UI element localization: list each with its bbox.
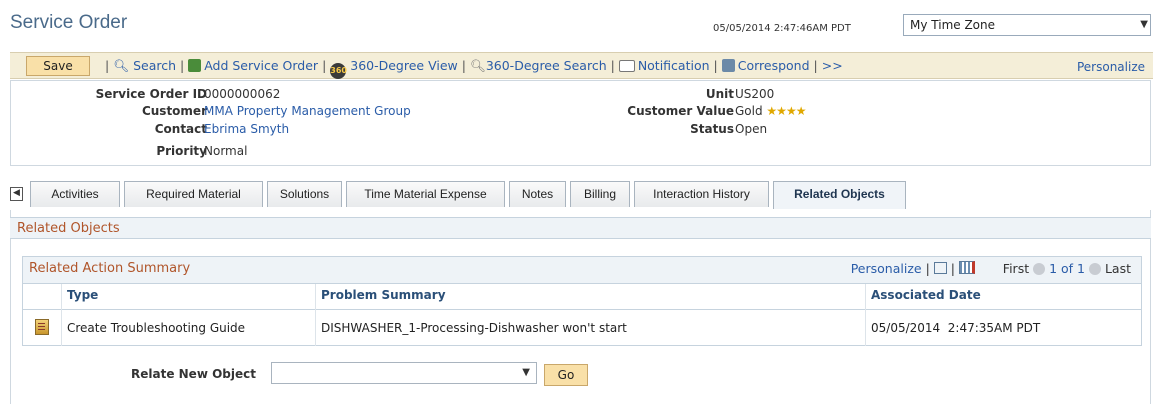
tab-solutions[interactable]: Solutions	[267, 181, 342, 207]
customer-label: Customer	[141, 104, 207, 118]
add-service-order-label: Add Service Order	[204, 58, 319, 73]
customer-link[interactable]: MMA Property Management Group	[204, 104, 411, 118]
relate-new-object-label: Relate New Object	[131, 367, 256, 381]
pager-last-label: Last	[1104, 261, 1131, 276]
related-action-grid: Related Action Summary Personalize | | F…	[22, 256, 1142, 346]
status-label: Status	[690, 122, 734, 136]
toolbar-separator: |	[180, 58, 185, 73]
toolbar-separator: |	[813, 58, 818, 73]
status-value: Open	[735, 122, 768, 136]
relate-new-object-select[interactable]: ▼	[271, 362, 537, 384]
tab-related-objects[interactable]: Related Objects	[773, 181, 906, 209]
customer-value-stars: ★★★★	[766, 104, 806, 118]
document-icon	[35, 319, 49, 335]
next-page-icon[interactable]	[1088, 263, 1101, 275]
service-order-id-value: 0000000062	[204, 87, 281, 101]
search-link[interactable]: 🔍︎ Search	[113, 58, 176, 73]
tab-scroll-left-icon[interactable]: ◀	[10, 187, 23, 201]
row-associated-date: 05/05/2014 2:47:35AM PDT	[871, 321, 1041, 335]
unit-label: Unit	[705, 87, 734, 101]
tab-required-material[interactable]: Required Material	[124, 181, 263, 207]
row-problem-summary: DISHWASHER_1-Processing-Dishwasher won't…	[321, 321, 627, 335]
correspond-label: Correspond	[737, 58, 810, 73]
notification-icon	[618, 60, 635, 72]
360-degree-view-label: 360-Degree View	[350, 58, 458, 73]
save-button[interactable]: Save	[26, 56, 90, 76]
correspond-link[interactable]: Correspond	[721, 58, 810, 73]
toolbar-separator: |	[610, 58, 615, 73]
360-degree-view-link[interactable]: 360 360-Degree View	[330, 58, 458, 79]
column-header-associated-date[interactable]: Associated Date	[871, 288, 981, 302]
toolbar: Save | 🔍︎ Search | Add Service Order | 3…	[10, 52, 1153, 79]
toolbar-separator: |	[105, 58, 110, 73]
customer-value-label: Customer Value	[627, 104, 734, 118]
grid-title: Related Action Summary	[29, 261, 191, 276]
toolbar-personalize-link[interactable]: Personalize	[1077, 60, 1145, 74]
tab-bar: ◀ Activities Required Material Solutions…	[10, 181, 1151, 209]
360-badge-icon: 360	[330, 63, 347, 79]
customer-value-text: Gold	[735, 104, 763, 118]
timezone-select[interactable]: My Time Zone ▼	[903, 14, 1151, 36]
correspond-icon	[721, 59, 735, 72]
column-divider	[61, 284, 62, 346]
page-datetime: 05/05/2014 2:47:46AM PDT	[713, 23, 851, 34]
add-document-icon	[188, 59, 202, 72]
toolbar-separator: |	[461, 58, 466, 73]
summary-panel: Service Order ID 0000000062 Customer MMA…	[10, 80, 1151, 166]
search-icon: 🔍︎	[113, 58, 130, 73]
document-lines-icon	[38, 323, 45, 330]
grid-personalize-link[interactable]: Personalize	[851, 261, 922, 276]
row-type: Create Troubleshooting Guide	[67, 321, 246, 335]
related-objects-title: Related Objects	[17, 221, 120, 236]
tab-notes[interactable]: Notes	[509, 181, 566, 207]
column-divider	[315, 284, 316, 346]
page-title: Service Order	[10, 12, 128, 33]
zoom-icon[interactable]	[933, 262, 947, 274]
service-order-id-label: Service Order ID	[95, 87, 207, 101]
related-objects-header: Related Objects	[10, 217, 1151, 239]
grid-controls: Personalize | | First 1 of 1 Last	[851, 261, 1131, 276]
pager-first-label: First	[1002, 261, 1030, 276]
unit-value: US200	[735, 87, 775, 101]
download-grid-icon[interactable]	[958, 261, 975, 274]
timezone-value: My Time Zone	[910, 18, 996, 32]
grid-separator: |	[925, 261, 930, 276]
notification-link[interactable]: Notification	[618, 58, 710, 73]
toolbar-separator: |	[713, 58, 718, 73]
column-header-problem-summary[interactable]: Problem Summary	[321, 288, 446, 302]
header-divider	[23, 309, 1141, 310]
chevron-down-icon: ▼	[522, 367, 530, 378]
pager-range: 1 of 1	[1049, 261, 1085, 276]
360-degree-search-label: 360-Degree Search	[485, 58, 607, 73]
contact-label: Contact	[154, 122, 207, 136]
chevron-down-icon: ▼	[1140, 19, 1148, 30]
search-label: Search	[133, 58, 177, 73]
tab-interaction-history[interactable]: Interaction History	[634, 181, 769, 207]
tab-time-material-expense[interactable]: Time Material Expense	[346, 181, 505, 207]
grid-header-bar: Related Action Summary Personalize | | F…	[23, 257, 1141, 284]
add-service-order-link[interactable]: Add Service Order	[188, 58, 318, 73]
go-button[interactable]: Go	[544, 364, 588, 386]
contact-link[interactable]: Ebrima Smyth	[204, 122, 289, 136]
priority-value: Normal	[204, 144, 248, 158]
tab-activities[interactable]: Activities	[30, 181, 120, 207]
toolbar-separator: |	[322, 58, 327, 73]
column-divider	[865, 284, 866, 346]
grid-separator: |	[950, 261, 955, 276]
more-actions-link[interactable]: >>	[822, 58, 843, 73]
notification-label: Notification	[637, 58, 710, 73]
column-header-type[interactable]: Type	[67, 288, 98, 302]
customer-value: Gold ★★★★	[735, 104, 806, 118]
previous-page-icon[interactable]	[1033, 263, 1046, 275]
360-search-icon: 🔍︎	[469, 58, 486, 73]
360-degree-search-link[interactable]: 🔍︎360-Degree Search	[470, 58, 607, 73]
tab-billing[interactable]: Billing	[570, 181, 630, 207]
row-action-icon[interactable]	[35, 319, 49, 338]
priority-label: Priority	[156, 144, 207, 158]
